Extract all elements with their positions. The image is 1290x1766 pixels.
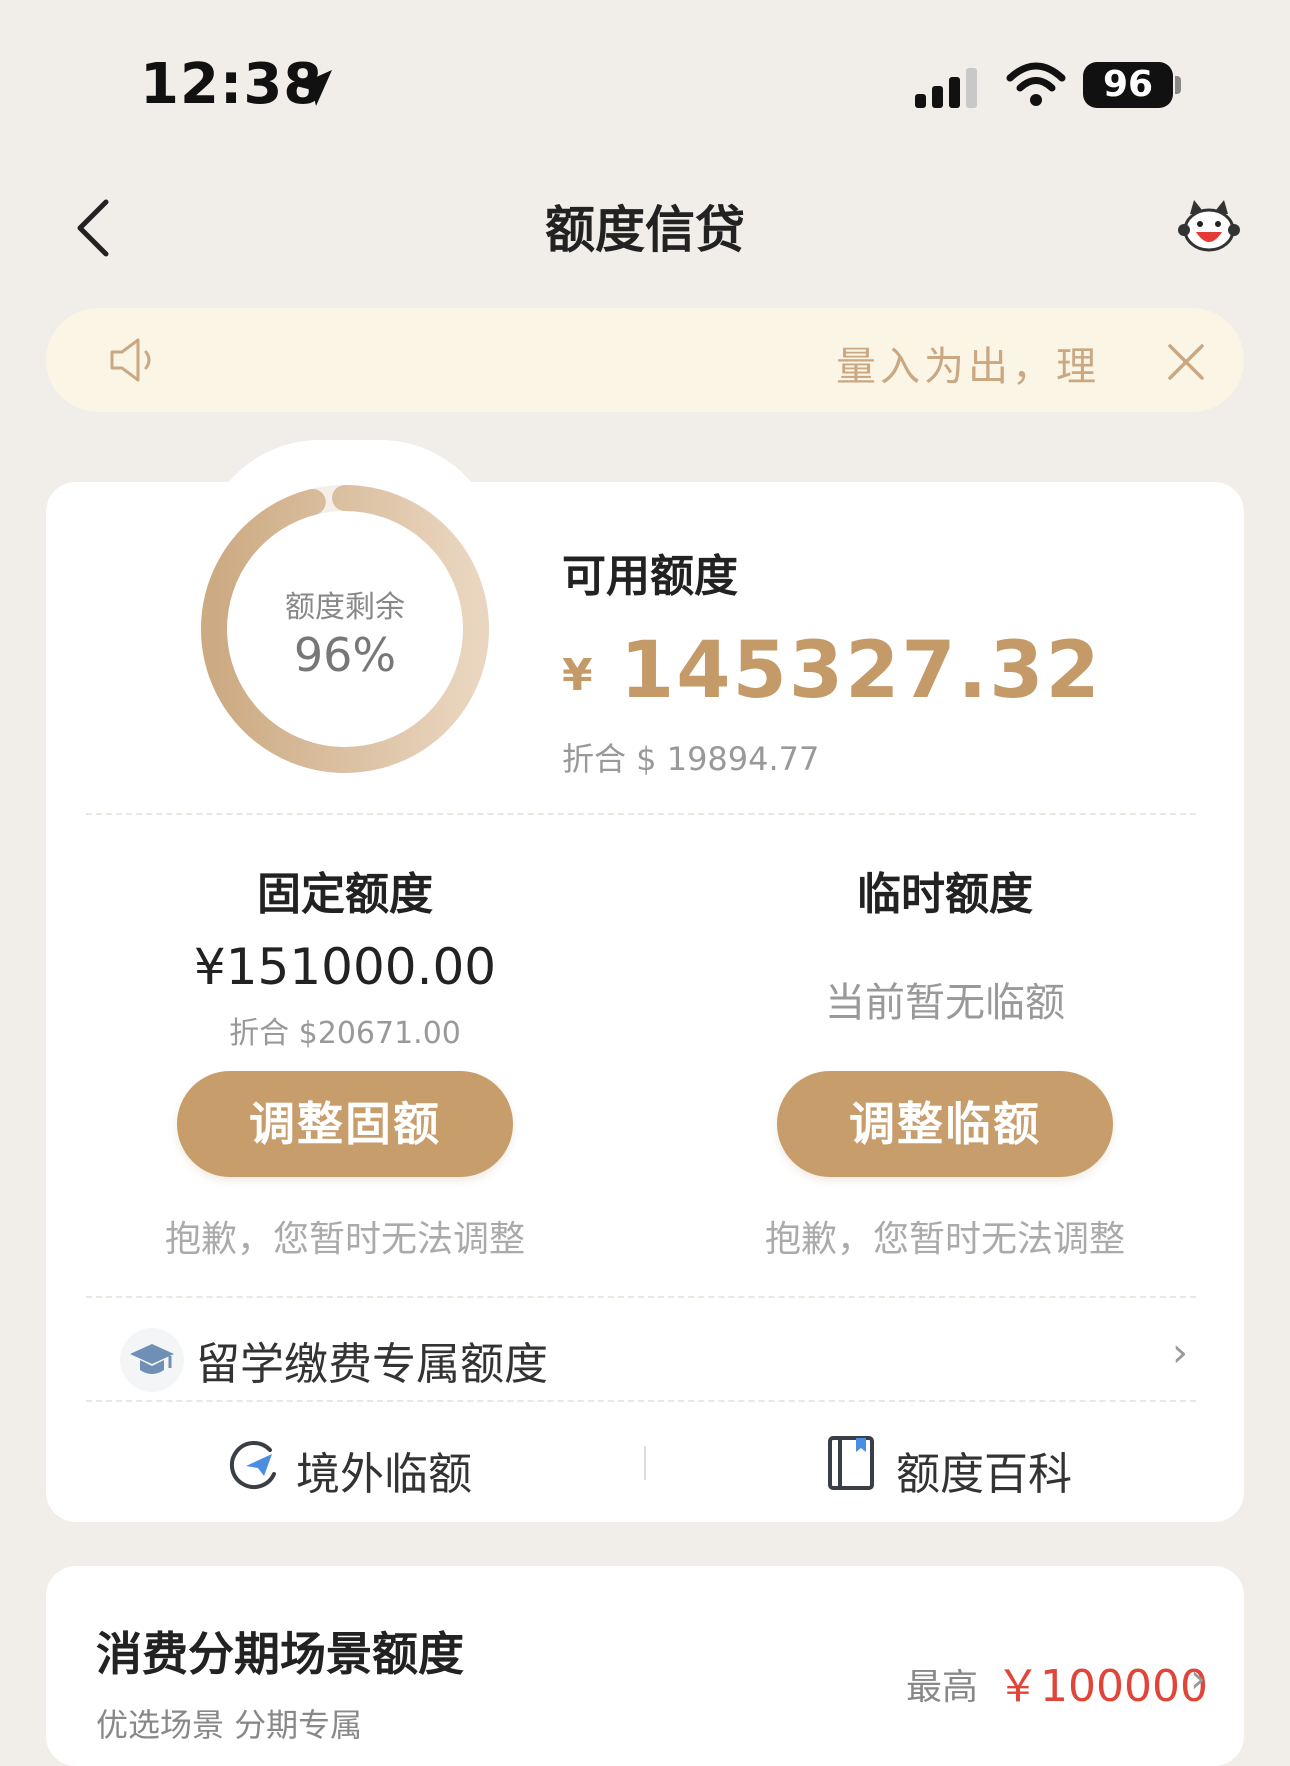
location-arrow-icon (296, 70, 332, 106)
battery-nub (1175, 76, 1181, 94)
close-icon[interactable] (1166, 342, 1206, 382)
fixed-credit-usd: 折合 $20671.00 (229, 1016, 461, 1051)
available-credit-amount: 145327.32 (620, 626, 1102, 716)
study-abroad-label: 留学缴费专属额度 (196, 1339, 548, 1390)
available-credit-usd: 折合 $ 19894.77 (562, 740, 820, 778)
adjust-fixed-button[interactable]: 调整固额 (177, 1071, 513, 1177)
fixed-credit-title: 固定额度 (257, 869, 433, 920)
cellular-signal-icon (915, 68, 977, 108)
speaker-icon (110, 338, 151, 382)
wifi-icon (1006, 62, 1066, 106)
notice-text: 量入为出，理 (836, 344, 1100, 390)
temporary-credit-title: 临时额度 (857, 869, 1033, 920)
currency-symbol: ¥ (562, 650, 593, 701)
page-title: 额度信贷 (545, 201, 745, 259)
battery-indicator: 96 (1083, 62, 1173, 108)
installment-max-label: 最高 (906, 1667, 979, 1708)
credit-encyclopedia-link[interactable]: 额度百科 (896, 1438, 1072, 1502)
available-credit-title: 可用额度 (562, 551, 738, 602)
divider (86, 813, 1196, 815)
fixed-adjust-note: 抱歉，您暂时无法调整 (164, 1219, 525, 1260)
temporary-credit-status: 当前暂无临额 (825, 980, 1065, 1026)
ring-label: 额度剩余 (285, 590, 405, 625)
overseas-plane-icon[interactable] (224, 1436, 282, 1494)
adjust-temporary-button[interactable]: 调整临额 (777, 1071, 1113, 1177)
installment-subtitle: 优选场景 分期专属 (96, 1706, 363, 1744)
vertical-divider (644, 1446, 646, 1480)
chevron-right-icon[interactable]: › (1190, 1656, 1206, 1702)
installment-title: 消费分期场景额度 (96, 1627, 464, 1681)
notice-bar: 量入为出，理 (46, 308, 1244, 412)
overseas-temporary-credit-link[interactable]: 境外临额 (296, 1438, 472, 1502)
temporary-adjust-note: 抱歉，您暂时无法调整 (764, 1219, 1125, 1260)
chevron-right-icon: › (1172, 1330, 1188, 1376)
customer-service-mascot-icon[interactable] (1176, 196, 1242, 256)
divider (86, 1400, 1196, 1402)
fixed-credit-amount: ¥151000.00 (193, 938, 497, 996)
study-abroad-credit-row[interactable]: 留学缴费专属额度 › (110, 1320, 1200, 1400)
graduation-cap-icon (120, 1328, 184, 1392)
installment-max-value: ￥100000 (996, 1661, 1208, 1712)
book-icon[interactable] (826, 1434, 876, 1492)
divider (86, 1296, 1196, 1298)
ring-percent: 96% (293, 628, 397, 682)
